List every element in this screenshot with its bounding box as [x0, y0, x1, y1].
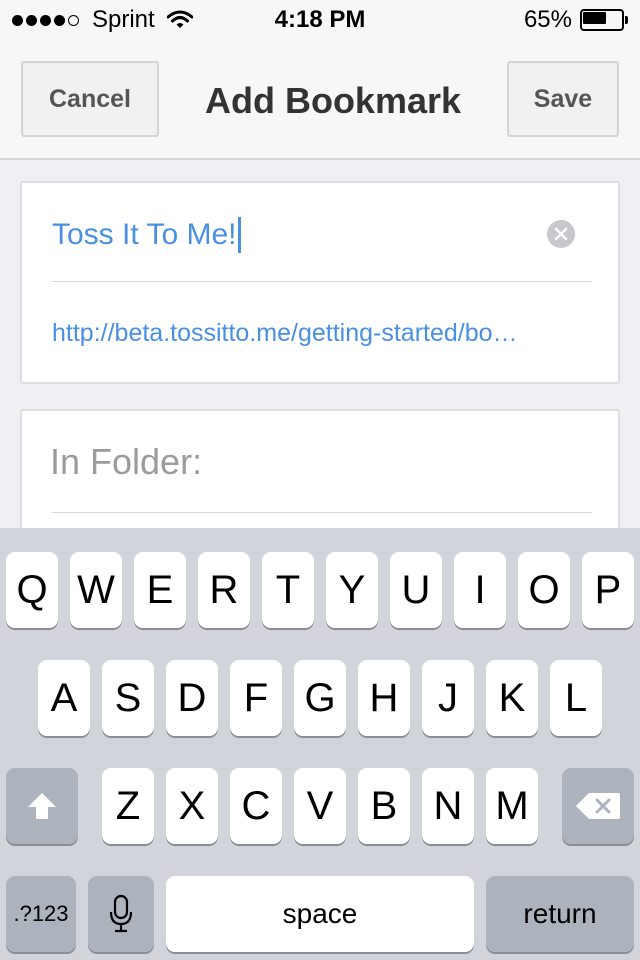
key-y[interactable]: Y: [326, 552, 378, 628]
bookmark-url-field[interactable]: http://beta.tossitto.me/getting-started/…: [52, 313, 582, 353]
battery-tip: [625, 16, 628, 24]
key-q[interactable]: Q: [6, 552, 58, 628]
key-o[interactable]: O: [518, 552, 570, 628]
save-button[interactable]: Save: [507, 61, 619, 137]
nav-bar: Cancel Add Bookmark Save: [0, 40, 640, 160]
key-i[interactable]: I: [454, 552, 506, 628]
shift-key[interactable]: [6, 768, 78, 844]
key-f[interactable]: F: [230, 660, 282, 736]
key-m[interactable]: M: [486, 768, 538, 844]
page-title: Add Bookmark: [204, 80, 462, 121]
numbers-key[interactable]: .?123: [6, 876, 76, 952]
clear-text-icon[interactable]: [546, 219, 576, 249]
key-n[interactable]: N: [422, 768, 474, 844]
battery-fill: [583, 12, 606, 24]
microphone-icon: [109, 894, 133, 933]
key-c[interactable]: C: [230, 768, 282, 844]
key-e[interactable]: E: [134, 552, 186, 628]
key-j[interactable]: J: [422, 660, 474, 736]
bookmark-title-input[interactable]: Toss It To Me!: [52, 211, 552, 259]
keyboard: Q W E R T Y U I O P A S D F G H J K L Z …: [0, 528, 640, 960]
delete-key[interactable]: [562, 768, 634, 844]
key-p[interactable]: P: [582, 552, 634, 628]
cancel-button[interactable]: Cancel: [21, 61, 159, 137]
backspace-icon: [576, 793, 620, 819]
key-x[interactable]: X: [166, 768, 218, 844]
key-r[interactable]: R: [198, 552, 250, 628]
folder-label[interactable]: In Folder:: [50, 441, 202, 489]
key-l[interactable]: L: [550, 660, 602, 736]
key-a[interactable]: A: [38, 660, 90, 736]
key-w[interactable]: W: [70, 552, 122, 628]
battery-icon: [580, 9, 628, 31]
key-t[interactable]: T: [262, 552, 314, 628]
key-b[interactable]: B: [358, 768, 410, 844]
field-divider: [52, 512, 592, 513]
status-bar: Sprint 4:18 PM 65%: [0, 0, 640, 40]
status-right: 65%: [524, 6, 628, 34]
shift-icon: [28, 793, 56, 819]
key-g[interactable]: G: [294, 660, 346, 736]
key-s[interactable]: S: [102, 660, 154, 736]
key-v[interactable]: V: [294, 768, 346, 844]
key-h[interactable]: H: [358, 660, 410, 736]
bookmark-title-value: Toss It To Me!: [52, 218, 237, 251]
dictation-key[interactable]: [88, 876, 154, 952]
field-divider: [52, 281, 592, 282]
key-d[interactable]: D: [166, 660, 218, 736]
key-u[interactable]: U: [390, 552, 442, 628]
bookmark-details-card: Toss It To Me! http://beta.tossitto.me/g…: [20, 181, 620, 384]
return-key[interactable]: return: [486, 876, 634, 952]
key-z[interactable]: Z: [102, 768, 154, 844]
space-key[interactable]: space: [166, 876, 474, 952]
key-k[interactable]: K: [486, 660, 538, 736]
battery-percentage: 65%: [523, 6, 572, 33]
text-cursor: [237, 217, 241, 253]
